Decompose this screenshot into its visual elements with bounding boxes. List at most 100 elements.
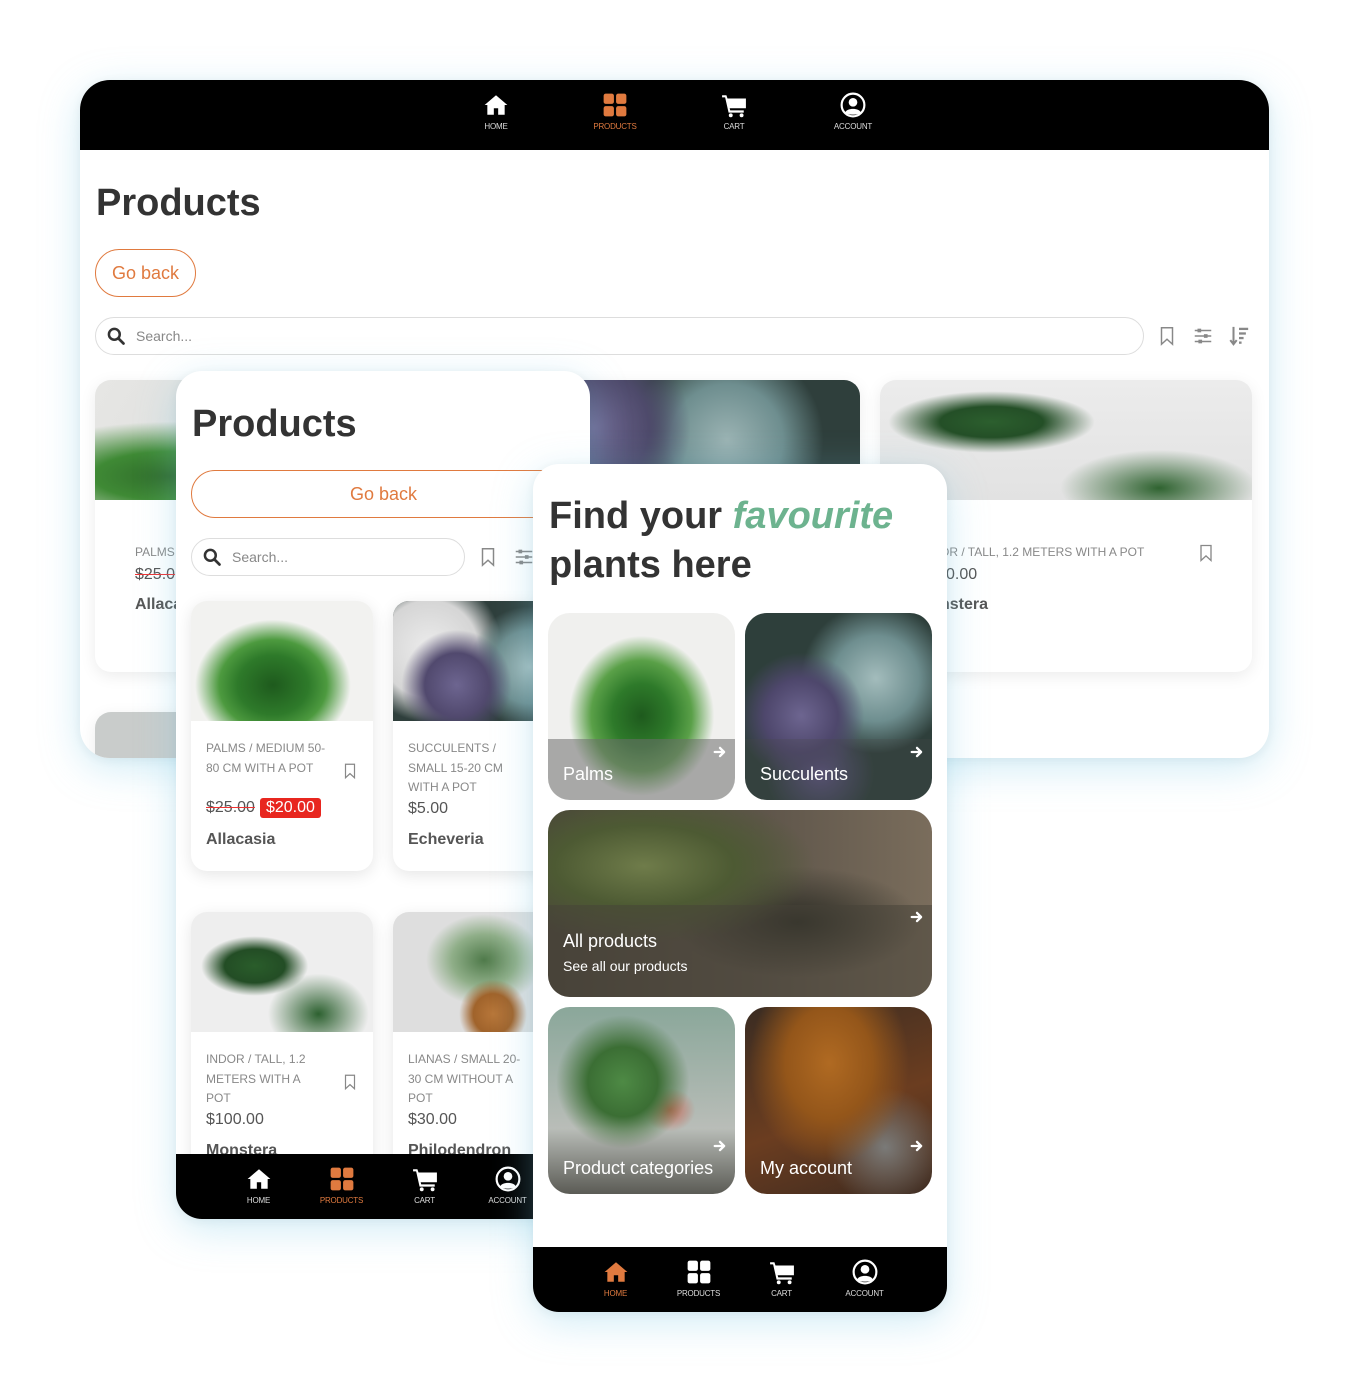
page-title: Products	[96, 182, 261, 224]
product-price: 0.00	[946, 566, 978, 583]
home-icon	[246, 1166, 272, 1192]
arrow-right-icon	[910, 745, 924, 759]
arrow-right-icon	[910, 910, 924, 924]
bookmark-icon[interactable]	[341, 761, 359, 781]
product-price-group: $25.00 $20.00	[206, 798, 321, 818]
tile-title: All products	[563, 931, 658, 951]
nav-home[interactable]: HOME	[229, 1166, 289, 1219]
arrow-right-icon	[713, 1139, 727, 1153]
product-old-price: $25.00	[206, 799, 255, 816]
arrow-right-icon	[713, 745, 727, 759]
page-title: Products	[192, 403, 357, 445]
product-price: $5.00	[408, 800, 449, 817]
filter-sliders-icon[interactable]	[1192, 325, 1214, 347]
tile-title: Product categories	[563, 1158, 714, 1178]
go-back-button[interactable]: Go back	[191, 470, 576, 518]
nav-label: PRODUCTS	[319, 1196, 364, 1205]
tile-title: Succulents	[760, 764, 849, 784]
mobile-products-screen: Products Go back PALMS / MEDIUM 50-80 CM…	[176, 371, 590, 1219]
product-image	[191, 912, 373, 1032]
tile-title: My account	[760, 1158, 853, 1178]
category-tile-product-categories[interactable]: Product categories	[548, 1007, 735, 1194]
mobile-home-screen: Find your favourite plants here Palms Su…	[533, 464, 947, 1312]
nav-products[interactable]: PRODUCTS	[669, 1259, 729, 1312]
bookmark-icon[interactable]	[341, 1072, 359, 1092]
account-icon	[495, 1166, 521, 1192]
account-icon	[840, 92, 866, 118]
nav-account[interactable]: ACCOUNT	[835, 1259, 895, 1312]
bottom-navigation: HOME PRODUCTS CART ACCOUNT	[533, 1247, 947, 1312]
nav-label: ACCOUNT	[833, 122, 873, 131]
hero-text: Find your	[549, 495, 733, 537]
grid-icon	[602, 92, 628, 118]
product-category: PALMS / MEDIUM 50-80 CM WITH A POT	[206, 741, 326, 775]
nav-products[interactable]: PRODUCTS	[312, 1166, 372, 1219]
nav-label: ACCOUNT	[488, 1196, 527, 1205]
product-category: SUCCULENTS / SMALL 15-20 CM WITH A POT	[408, 741, 503, 794]
nav-label: ACCOUNT	[845, 1289, 884, 1298]
nav-cart[interactable]: CART	[704, 92, 764, 150]
nav-account[interactable]: ACCOUNT	[823, 92, 883, 150]
filter-sliders-icon[interactable]	[513, 546, 535, 568]
arrow-right-icon	[910, 1139, 924, 1153]
category-tile-my-account[interactable]: My account	[745, 1007, 932, 1194]
top-navigation: HOME PRODUCTS CART ACCOUNT	[80, 80, 1269, 150]
nav-label: CART	[723, 122, 745, 131]
product-category: OR / TALL, 1.2 METERS WITH A POT	[940, 545, 1145, 559]
category-tile-all-products[interactable]: All products See all our products	[548, 810, 932, 997]
product-category: INDOR / TALL, 1.2 METERS WITH A POT	[206, 1052, 306, 1105]
cart-icon	[769, 1259, 795, 1285]
product-image	[191, 601, 373, 721]
search-bar[interactable]	[191, 538, 465, 576]
nav-label: PRODUCTS	[593, 122, 637, 131]
nav-label: PRODUCTS	[676, 1289, 721, 1298]
category-tile-succulents[interactable]: Succulents	[745, 613, 932, 800]
product-old-price: $25.0	[135, 566, 176, 583]
hero-heading: Find your favourite plants here	[549, 492, 893, 590]
nav-cart[interactable]: CART	[395, 1166, 455, 1219]
bookmark-icon[interactable]	[1156, 325, 1178, 347]
search-icon	[106, 326, 126, 346]
nav-label: HOME	[484, 122, 508, 131]
product-price: $100.00	[206, 1111, 264, 1128]
nav-label: HOME	[246, 1196, 271, 1205]
grid-icon	[686, 1259, 712, 1285]
go-back-button[interactable]: Go back	[95, 249, 196, 297]
cart-icon	[412, 1166, 438, 1192]
product-price: $30.00	[408, 1111, 457, 1128]
product-name: Echeveria	[408, 831, 484, 848]
bookmark-icon[interactable]	[1196, 542, 1216, 564]
nav-account[interactable]: ACCOUNT	[478, 1166, 538, 1219]
grid-icon	[329, 1166, 355, 1192]
hero-highlight: favourite	[732, 495, 894, 537]
search-input[interactable]	[232, 549, 442, 565]
tile-subtitle: See all our products	[563, 958, 688, 974]
bookmark-icon[interactable]	[477, 546, 499, 568]
nav-label: CART	[771, 1289, 792, 1298]
cart-icon	[721, 92, 747, 118]
product-category: PALMS	[135, 545, 175, 559]
search-bar[interactable]	[95, 317, 1144, 355]
nav-products[interactable]: PRODUCTS	[585, 92, 645, 150]
hero-text: plants here	[549, 544, 752, 586]
product-card[interactable]: PALMS / MEDIUM 50-80 CM WITH A POT $25.0…	[191, 601, 373, 871]
sort-icon[interactable]	[1228, 325, 1250, 347]
search-input[interactable]	[136, 328, 966, 344]
tile-title: Palms	[563, 764, 614, 784]
product-name: Allacasia	[206, 831, 276, 848]
nav-home[interactable]: HOME	[466, 92, 526, 150]
home-icon	[603, 1259, 629, 1285]
nav-label: CART	[414, 1196, 435, 1205]
product-category: LIANAS / SMALL 20-30 CM WITHOUT A POT	[408, 1052, 521, 1105]
home-icon	[483, 92, 509, 118]
category-tile-palms[interactable]: Palms	[548, 613, 735, 800]
bottom-navigation: HOME PRODUCTS CART ACCOUNT	[176, 1154, 590, 1219]
product-name: nstera	[940, 596, 989, 613]
nav-home[interactable]: HOME	[586, 1259, 646, 1312]
toolbar	[477, 546, 535, 568]
nav-label: HOME	[603, 1289, 628, 1298]
product-card[interactable]: INDOR / TALL, 1.2 METERS WITH A POT $100…	[191, 912, 373, 1182]
nav-cart[interactable]: CART	[752, 1259, 812, 1312]
toolbar	[1156, 325, 1250, 347]
product-sale-price: $20.00	[259, 798, 321, 818]
